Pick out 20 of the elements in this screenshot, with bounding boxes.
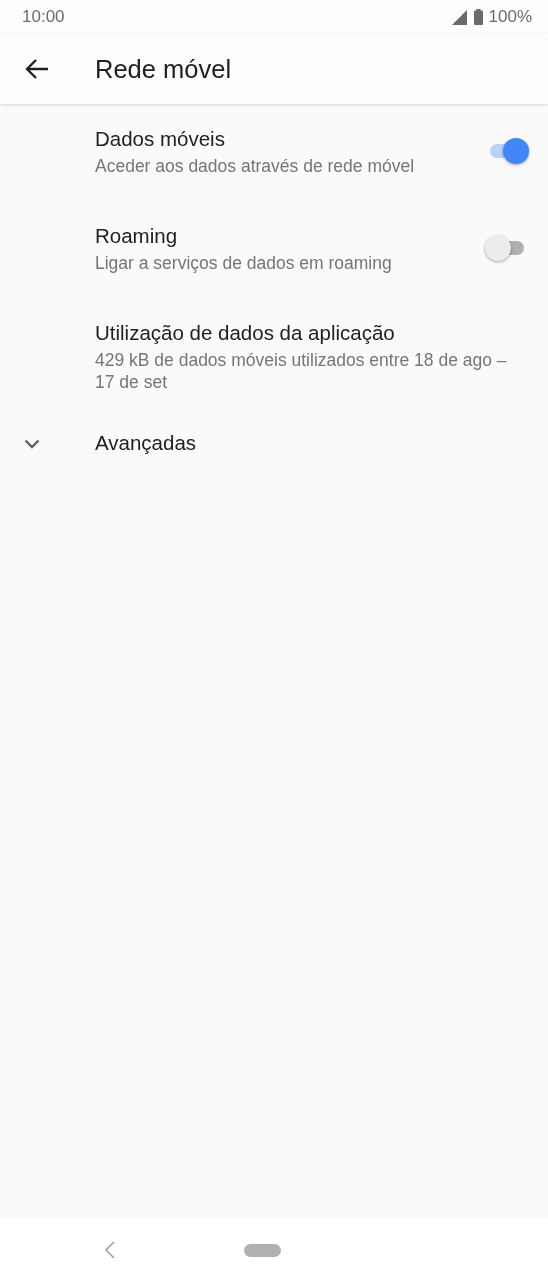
signal-icon <box>451 9 468 25</box>
settings-item[interactable]: Dados móveis Aceder aos dados através de rede móvel <box>0 104 548 201</box>
battery-level: 100% <box>488 7 532 27</box>
item-title: Utilização de dados da aplicação <box>95 320 396 346</box>
status-time: 10:00 <box>22 7 65 27</box>
item-title: Avançadas <box>95 430 197 456</box>
screen-title: Rede móvel <box>95 54 232 84</box>
back-icon[interactable] <box>104 1240 116 1260</box>
settings-item[interactable]: Roaming Ligar a serviços de dados em roaming <box>0 201 548 298</box>
chevron-icon <box>24 439 40 449</box>
item-summary: 429 kB de dados móveis utilizados entre 18 de ago – 17 de set <box>95 349 508 393</box>
item-summary: Ligar a serviços de dados em roaming <box>95 252 393 274</box>
settings-item[interactable]: Utilização de dados da aplicação 429 kB de dados móveis utilizados entre 18 de ago – 17 de set <box>0 298 548 417</box>
item-title: Dados móveis <box>95 126 226 152</box>
back-arrow-icon[interactable] <box>25 59 49 79</box>
item-title: Roaming <box>95 223 179 249</box>
home-pill[interactable] <box>244 1243 281 1257</box>
item-summary: Aceder aos dados através de rede móvel <box>95 155 416 177</box>
battery-icon <box>473 9 483 25</box>
settings-item[interactable]: Avançadas <box>0 417 548 480</box>
